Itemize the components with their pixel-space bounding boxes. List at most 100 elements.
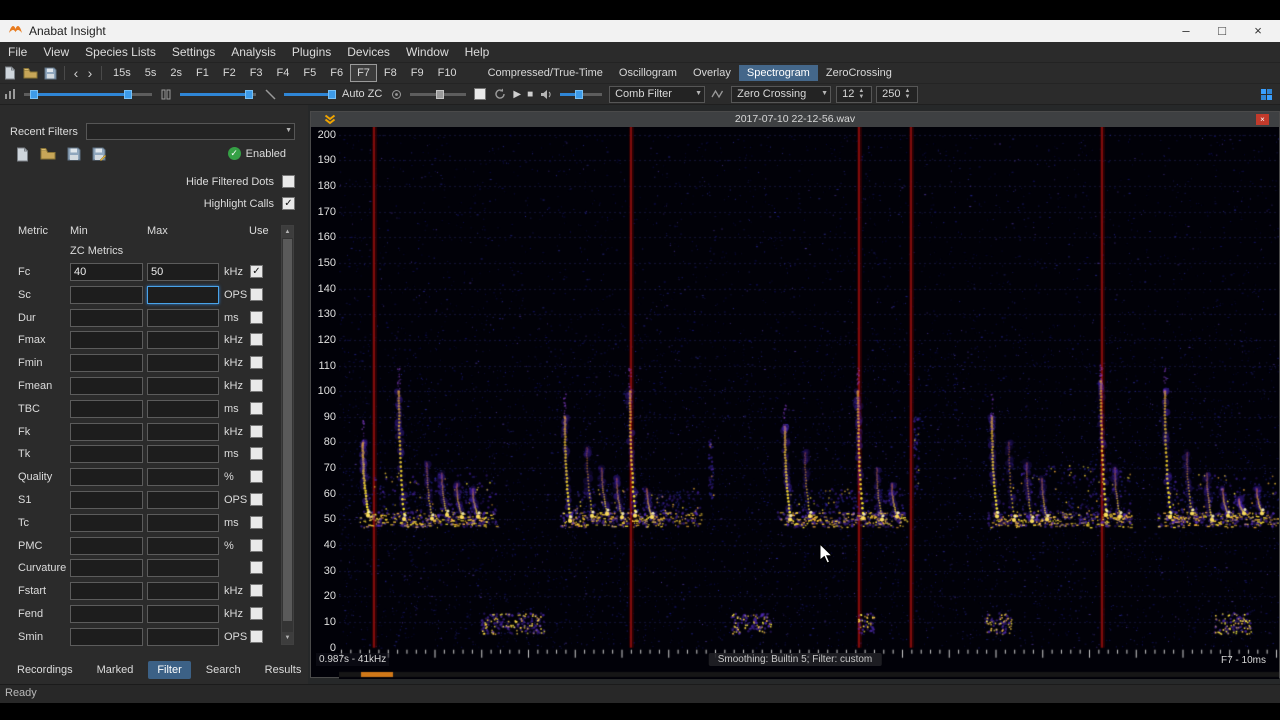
- back-button[interactable]: ‹: [69, 65, 83, 81]
- max-input-fc[interactable]: [147, 263, 219, 281]
- range-handle-left[interactable]: [30, 89, 39, 99]
- max-input-fmin[interactable]: [147, 354, 219, 373]
- save-filter-icon[interactable]: [67, 147, 81, 162]
- spectrogram-canvas[interactable]: [339, 127, 1279, 679]
- max-input-fend[interactable]: [147, 604, 219, 623]
- min-input-quality[interactable]: [70, 468, 143, 487]
- use-checkbox-tbc[interactable]: [250, 401, 263, 415]
- min-input-fmin[interactable]: [70, 354, 143, 373]
- play-button[interactable]: ▶: [513, 89, 521, 100]
- tab-filter[interactable]: Filter: [148, 661, 191, 679]
- max-input-tc[interactable]: [147, 513, 219, 532]
- menu-item-view[interactable]: View: [35, 43, 77, 61]
- min-input-fstart[interactable]: [70, 582, 143, 601]
- preset-button-f9[interactable]: F9: [404, 64, 431, 82]
- loop-checkbox[interactable]: [474, 88, 487, 100]
- spinner-arrows[interactable]: ▲ ▼: [904, 88, 910, 100]
- min-input-sc[interactable]: [70, 285, 143, 304]
- menu-item-devices[interactable]: Devices: [339, 43, 398, 61]
- division-ratio-spinner[interactable]: 12 ▲ ▼: [836, 85, 873, 103]
- view-button-oscillogram[interactable]: Oscillogram: [611, 65, 685, 81]
- use-checkbox-smin[interactable]: [250, 629, 263, 643]
- panel-grid-icon[interactable]: [1256, 85, 1276, 103]
- max-input-s1[interactable]: [147, 490, 219, 509]
- filter-enabled-toggle[interactable]: ✓ Enabled: [227, 147, 286, 160]
- new-file-icon[interactable]: [0, 64, 20, 82]
- min-input-fend[interactable]: [70, 604, 143, 623]
- sensitivity-handle[interactable]: [436, 89, 445, 99]
- close-recording-icon[interactable]: ×: [1256, 114, 1269, 125]
- use-checkbox-fmax[interactable]: [250, 333, 263, 347]
- max-input-fmax[interactable]: [147, 331, 219, 350]
- zoom-button-15s[interactable]: 15s: [106, 64, 138, 82]
- view-button-compressed-true-time[interactable]: Compressed/True-Time: [480, 65, 611, 81]
- speaker-icon[interactable]: [536, 85, 556, 103]
- open-filter-icon[interactable]: [40, 147, 56, 162]
- highlight-calls-checkbox[interactable]: [282, 197, 295, 210]
- use-checkbox-fc[interactable]: [250, 265, 263, 278]
- filter-type-select[interactable]: Comb Filter ▼: [609, 85, 706, 103]
- zoom-button-5s[interactable]: 5s: [138, 64, 164, 82]
- zoom-button-2s[interactable]: 2s: [163, 64, 189, 82]
- auto-zc-icon[interactable]: [386, 85, 406, 103]
- min-input-fmax[interactable]: [70, 331, 143, 350]
- max-input-pmc[interactable]: [147, 536, 219, 555]
- forward-button[interactable]: ›: [83, 65, 97, 81]
- scrollbar-thumb[interactable]: [283, 239, 292, 621]
- contrast-slider[interactable]: [284, 88, 336, 101]
- max-input-dur[interactable]: [147, 308, 219, 327]
- tab-search[interactable]: Search: [197, 661, 250, 679]
- close-button[interactable]: ×: [1244, 21, 1272, 41]
- max-input-curvature[interactable]: [147, 559, 219, 578]
- min-input-dur[interactable]: [70, 308, 143, 327]
- scroll-up-icon[interactable]: ▲: [282, 226, 293, 238]
- menu-item-plugins[interactable]: Plugins: [284, 43, 339, 61]
- min-input-pmc[interactable]: [70, 536, 143, 555]
- use-checkbox-s1[interactable]: [250, 492, 263, 506]
- new-filter-icon[interactable]: [16, 147, 29, 162]
- save-icon[interactable]: [40, 64, 60, 82]
- scroll-down-icon[interactable]: ▼: [282, 632, 293, 644]
- volume-handle[interactable]: [575, 89, 584, 99]
- use-checkbox-pmc[interactable]: [250, 538, 263, 552]
- view-button-spectrogram[interactable]: Spectrogram: [738, 65, 818, 81]
- zoom-range-slider[interactable]: [24, 88, 152, 101]
- preset-button-f2[interactable]: F2: [216, 64, 243, 82]
- use-checkbox-quality[interactable]: [250, 470, 263, 484]
- use-checkbox-fmin[interactable]: [250, 356, 263, 370]
- preset-button-f5[interactable]: F5: [296, 64, 323, 82]
- use-checkbox-dur[interactable]: [250, 310, 263, 324]
- tab-results[interactable]: Results: [256, 661, 311, 679]
- min-input-fk[interactable]: [70, 422, 143, 441]
- max-input-fstart[interactable]: [147, 582, 219, 601]
- tab-recordings[interactable]: Recordings: [8, 661, 82, 679]
- volume-slider[interactable]: [560, 88, 603, 101]
- gain-slider[interactable]: [180, 88, 256, 101]
- metric-table-scrollbar[interactable]: ▲ ▼: [281, 225, 294, 645]
- preset-button-f7[interactable]: F7: [350, 64, 377, 82]
- refresh-icon[interactable]: [490, 85, 510, 103]
- min-input-tbc[interactable]: [70, 399, 143, 418]
- max-input-tbc[interactable]: [147, 399, 219, 418]
- preset-button-f4[interactable]: F4: [270, 64, 297, 82]
- hide-filtered-dots-checkbox[interactable]: [282, 175, 295, 188]
- use-checkbox-sc[interactable]: [250, 287, 263, 301]
- use-checkbox-fmean[interactable]: [250, 378, 263, 392]
- range-handle-right[interactable]: [123, 89, 132, 99]
- preset-button-f1[interactable]: F1: [189, 64, 216, 82]
- use-checkbox-fend[interactable]: [250, 606, 263, 620]
- use-checkbox-fk[interactable]: [250, 424, 263, 438]
- max-input-tk[interactable]: [147, 445, 219, 464]
- use-checkbox-tk[interactable]: [250, 447, 263, 461]
- spinner-arrows[interactable]: ▲ ▼: [858, 88, 864, 100]
- max-input-sc[interactable]: [147, 285, 219, 304]
- menu-item-settings[interactable]: Settings: [164, 43, 223, 61]
- use-checkbox-fstart[interactable]: [250, 584, 263, 598]
- open-file-icon[interactable]: [20, 64, 40, 82]
- save-filter-as-icon[interactable]: [92, 147, 106, 162]
- preset-button-f6[interactable]: F6: [323, 64, 350, 82]
- menu-item-analysis[interactable]: Analysis: [223, 43, 284, 61]
- menu-item-help[interactable]: Help: [457, 43, 498, 61]
- menu-item-window[interactable]: Window: [398, 43, 457, 61]
- min-input-curvature[interactable]: [70, 559, 143, 578]
